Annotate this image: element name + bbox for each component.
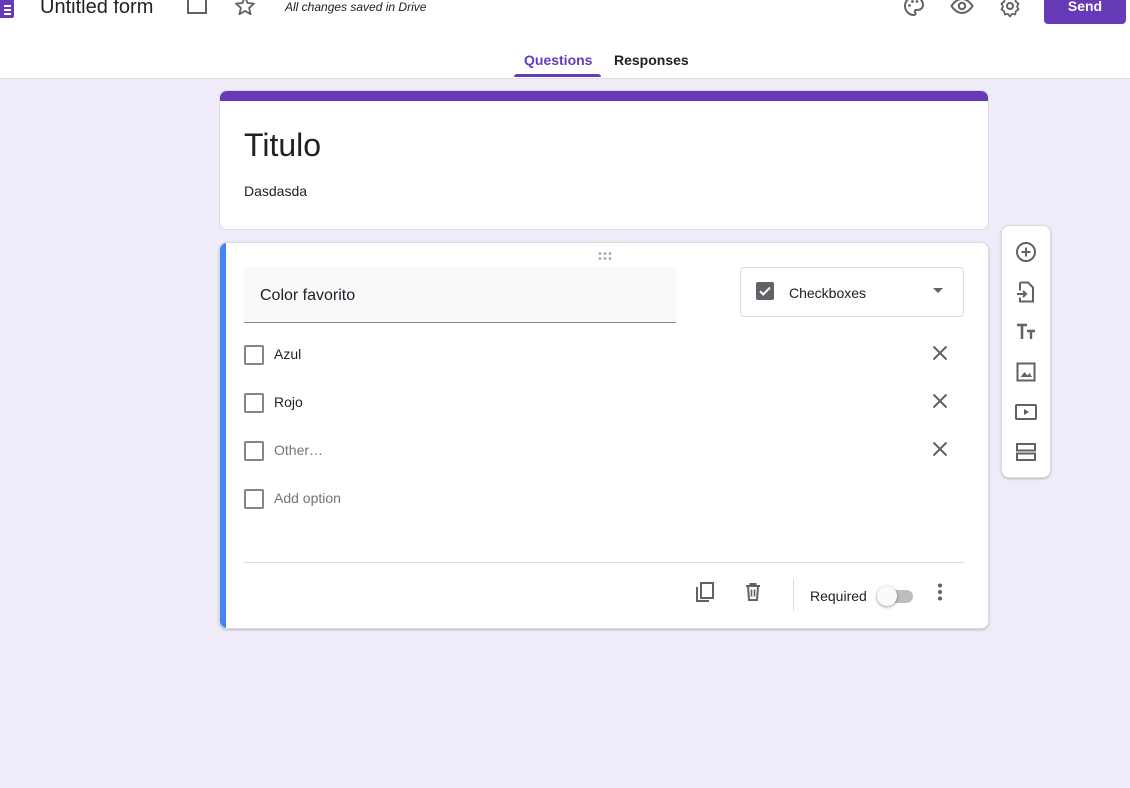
card-footer-divider: [244, 562, 964, 563]
form-description-input[interactable]: Dasdasda: [244, 182, 307, 200]
import-questions-icon[interactable]: [1014, 280, 1038, 304]
app-header: Untitled form All changes saved in Drive…: [0, 0, 1130, 79]
option-row-other: Other…: [244, 431, 964, 471]
more-options-icon[interactable]: [928, 580, 952, 604]
option-row: Rojo: [244, 383, 964, 423]
settings-gear-icon[interactable]: [998, 0, 1022, 18]
footer-divider: [793, 579, 794, 611]
remove-option-icon[interactable]: [928, 341, 952, 365]
add-option-row: Add option: [244, 479, 964, 519]
add-option-button[interactable]: Add option: [274, 489, 341, 507]
remove-option-icon[interactable]: [928, 389, 952, 413]
save-status-text: All changes saved in Drive: [285, 0, 427, 14]
form-title-input[interactable]: Untitled form: [40, 0, 153, 20]
other-option-label: Other…: [274, 442, 324, 458]
delete-trash-icon[interactable]: [741, 580, 765, 604]
add-title-description-icon[interactable]: [1014, 320, 1038, 344]
send-button[interactable]: Send: [1044, 0, 1126, 24]
tab-questions[interactable]: Questions: [524, 52, 592, 68]
add-question-icon[interactable]: [1014, 240, 1038, 264]
form-heading-input[interactable]: Titulo: [244, 125, 321, 165]
add-section-icon[interactable]: [1014, 440, 1038, 464]
question-card[interactable]: Color favorito Checkboxes Azul Rojo Othe…: [219, 242, 989, 629]
option-checkbox[interactable]: [244, 441, 264, 461]
required-label: Required: [810, 588, 867, 604]
preview-eye-icon[interactable]: [950, 0, 974, 18]
option-label-input[interactable]: Azul: [274, 345, 301, 363]
question-title-text: Color favorito: [260, 287, 356, 304]
option-label-input[interactable]: Rojo: [274, 393, 303, 411]
side-toolbar: [1001, 225, 1051, 478]
tab-responses[interactable]: Responses: [614, 52, 689, 68]
question-title-input[interactable]: Color favorito: [244, 267, 676, 323]
active-card-indicator: [220, 243, 226, 628]
option-row: Azul: [244, 335, 964, 375]
question-type-select[interactable]: Checkboxes: [740, 267, 964, 317]
star-icon[interactable]: [233, 0, 257, 18]
option-checkbox[interactable]: [244, 345, 264, 365]
duplicate-icon[interactable]: [693, 580, 717, 604]
dropdown-arrow-icon: [933, 288, 943, 293]
form-header-card: Titulo Dasdasda: [219, 90, 989, 230]
add-video-icon[interactable]: [1014, 400, 1038, 424]
remove-option-icon[interactable]: [928, 437, 952, 461]
active-tab-indicator: [514, 74, 601, 77]
option-checkbox: [244, 489, 264, 509]
question-type-label: Checkboxes: [789, 285, 867, 301]
drag-handle-icon[interactable]: [597, 251, 613, 261]
forms-logo-icon[interactable]: [0, 0, 14, 18]
palette-icon[interactable]: [902, 0, 926, 18]
required-toggle[interactable]: [877, 586, 917, 606]
folder-icon[interactable]: [185, 0, 209, 18]
checkbox-type-icon: [756, 282, 774, 300]
option-checkbox[interactable]: [244, 393, 264, 413]
theme-color-bar: [220, 91, 988, 101]
add-image-icon[interactable]: [1014, 360, 1038, 384]
